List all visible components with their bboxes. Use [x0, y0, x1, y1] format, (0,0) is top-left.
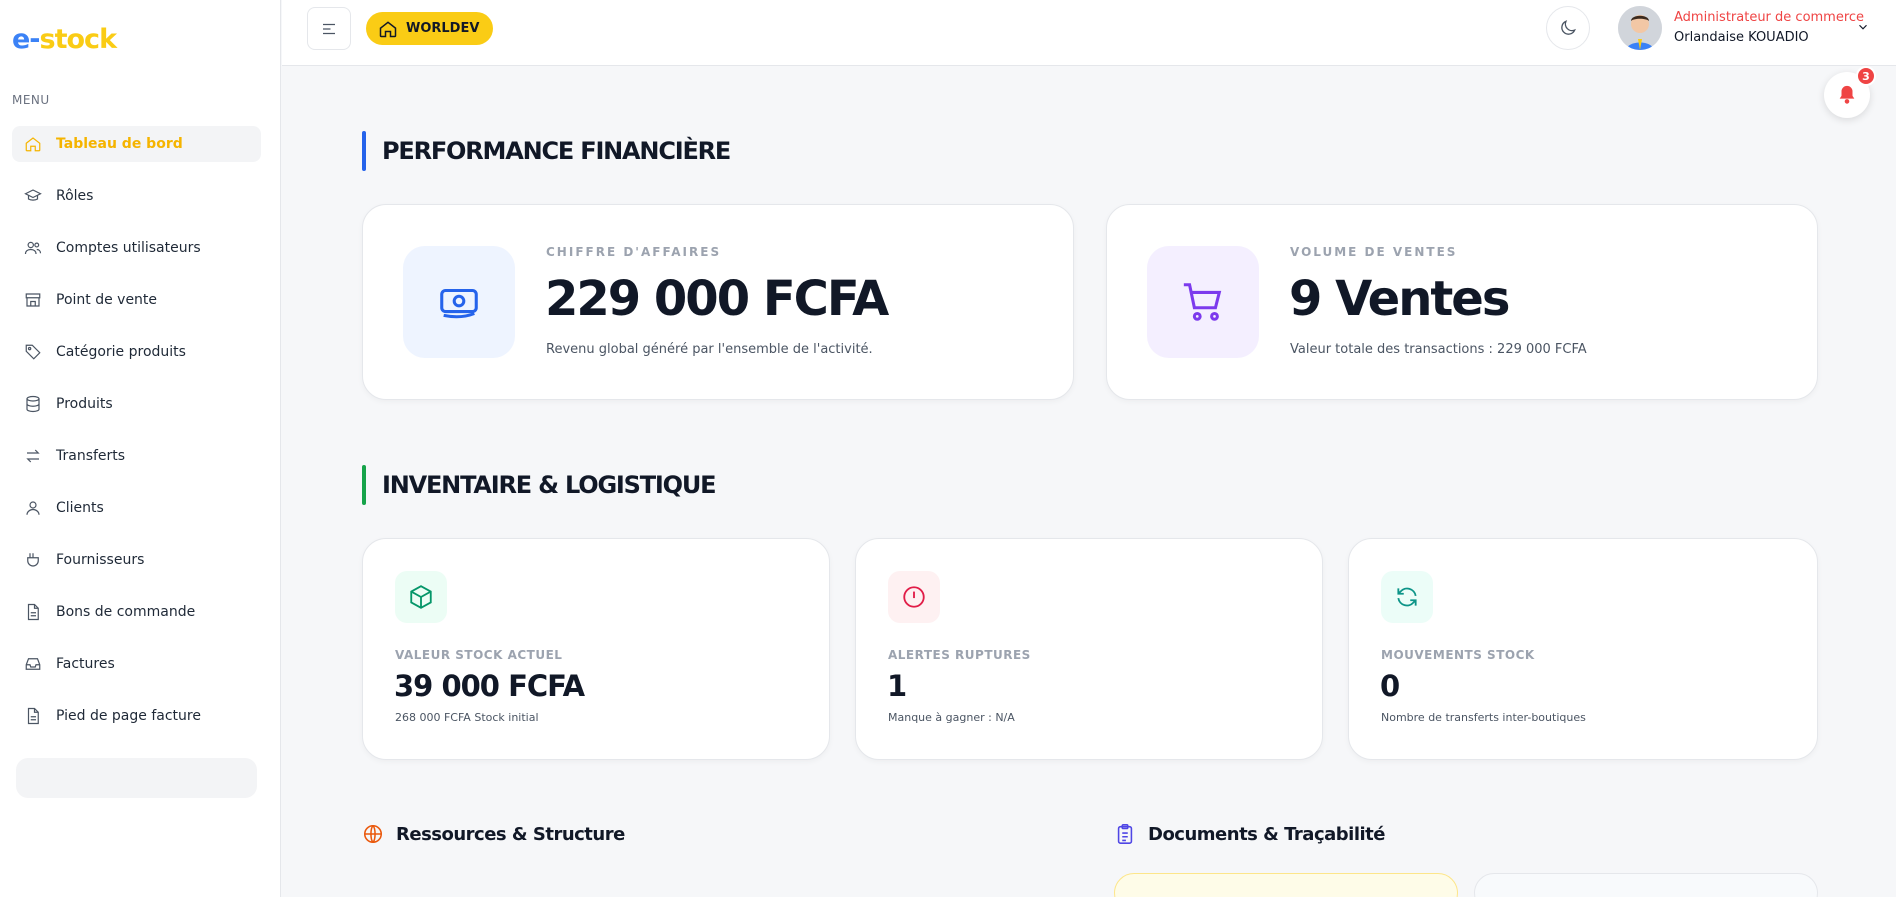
banknote-icon [403, 246, 515, 358]
sidebar-item-label: Factures [56, 656, 115, 672]
box-icon [395, 571, 447, 623]
finance-section-title: PERFORMANCE FINANCIÈRE [362, 131, 731, 171]
sidebar-item-clients[interactable]: Clients [12, 490, 261, 526]
inbox-icon [24, 655, 42, 673]
document-icon [24, 707, 42, 725]
section-accent-bar [362, 465, 366, 505]
sidebar-footer-panel [16, 758, 257, 798]
database-icon [24, 395, 42, 413]
sidebar-item-produits[interactable]: Produits [12, 386, 261, 422]
organization-name: WORLDEV [406, 21, 480, 36]
sidebar-item-label: Comptes utilisateurs [56, 240, 201, 256]
theme-toggle-button[interactable] [1546, 6, 1590, 50]
refresh-icon [1381, 571, 1433, 623]
stock-movements-label: MOUVEMENTS STOCK [1381, 648, 1535, 662]
alert-circle-icon [888, 571, 940, 623]
sidebar-item-label: Tableau de bord [56, 136, 183, 152]
stock-value-label: VALEUR STOCK ACTUEL [395, 648, 563, 662]
sidebar-item-label: Point de vente [56, 292, 158, 308]
stock-value-amount: 39 000 FCFA [394, 669, 585, 703]
users-icon [24, 239, 42, 257]
sidebar-item-roles[interactable]: Rôles [12, 178, 261, 214]
app-logo[interactable]: e-stock [12, 24, 117, 55]
user-role: Administrateur de commerce [1674, 10, 1865, 25]
documents-section-title: Documents & Traçabilité [1114, 823, 1385, 845]
sales-card: VOLUME DE VENTES 9 Ventes Valeur totale … [1106, 204, 1818, 400]
inventory-section-title: INVENTAIRE & LOGISTIQUE [362, 465, 717, 505]
revenue-card: CHIFFRE D'AFFAIRES 229 000 FCFA Revenu g… [362, 204, 1074, 400]
sidebar-nav: Tableau de bord Rôles Comptes utilisateu… [12, 126, 261, 750]
stock-alerts-label: ALERTES RUPTURES [888, 648, 1031, 662]
revenue-value: 229 000 FCFA [545, 271, 889, 327]
resources-section-title: Ressources & Structure [362, 823, 625, 845]
section-accent-bar [362, 131, 366, 171]
revenue-description: Revenu global généré par l'ensemble de l… [546, 342, 873, 357]
sales-description: Valeur totale des transactions : 229 000… [1290, 342, 1587, 357]
moon-icon [1561, 20, 1576, 35]
sales-label: VOLUME DE VENTES [1290, 245, 1458, 259]
sidebar-item-label: Catégorie produits [56, 344, 186, 360]
sidebar-item-label: Transferts [56, 448, 126, 464]
store-icon [24, 291, 42, 309]
bell-icon [1839, 85, 1855, 104]
stock-movements-description: Nombre de transferts inter-boutiques [1381, 711, 1586, 724]
document-icon [24, 603, 42, 621]
sidebar-item-label: Pied de page facture [56, 708, 201, 724]
sidebar-item-fournisseurs[interactable]: Fournisseurs [12, 542, 261, 578]
stock-movements-card: MOUVEMENTS STOCK 0 Nombre de transferts … [1348, 538, 1818, 760]
sidebar-item-bons-de-commande[interactable]: Bons de commande [12, 594, 261, 630]
organization-badge[interactable]: WORLDEV [366, 12, 494, 45]
arrows-exchange-icon [24, 447, 42, 465]
topbar: WORLDEV Administrateur de commerce Orlan… [282, 0, 1896, 66]
sidebar-item-label: Clients [56, 500, 104, 516]
documents-card-preview [1474, 873, 1818, 897]
stock-alerts-description: Manque à gagner : N/A [888, 711, 1015, 724]
revenue-label: CHIFFRE D'AFFAIRES [546, 245, 722, 259]
sidebar-item-label: Bons de commande [56, 604, 196, 620]
tag-icon [24, 343, 42, 361]
sidebar-item-factures[interactable]: Factures [12, 646, 261, 682]
sidebar-item-comptes-utilisateurs[interactable]: Comptes utilisateurs [12, 230, 261, 266]
shopping-cart-icon [1147, 246, 1259, 358]
stock-value-card: VALEUR STOCK ACTUEL 39 000 FCFA 268 000 … [362, 538, 830, 760]
clipboard-icon [1117, 824, 1133, 844]
sidebar-item-point-de-vente[interactable]: Point de vente [12, 282, 261, 318]
menu-toggle-button[interactable] [307, 7, 351, 50]
sales-value: 9 Ventes [1289, 271, 1510, 327]
graduation-cap-icon [24, 187, 42, 205]
stock-value-description: 268 000 FCFA Stock initial [395, 711, 539, 724]
user-icon [24, 499, 42, 517]
stock-alerts-count: 1 [887, 669, 907, 703]
menu-icon [323, 23, 335, 34]
chevron-down-icon[interactable] [1856, 20, 1870, 34]
home-icon [24, 135, 42, 153]
sidebar-item-label: Rôles [56, 188, 94, 204]
sidebar-item-tableau-de-bord[interactable]: Tableau de bord [12, 126, 261, 162]
stock-alerts-card: ALERTES RUPTURES 1 Manque à gagner : N/A [855, 538, 1323, 760]
user-name: Orlandaise KOUADIO [1674, 30, 1809, 45]
menu-section-label: MENU [12, 93, 50, 107]
sidebar-item-label: Produits [56, 396, 113, 412]
sidebar: e-stock MENU Tableau de bord Rôles Compt… [0, 0, 281, 897]
stock-movements-count: 0 [1380, 669, 1400, 703]
avatar[interactable] [1618, 6, 1662, 50]
home-icon [379, 20, 397, 37]
hand-box-icon [24, 551, 42, 569]
sidebar-item-categorie-produits[interactable]: Catégorie produits [12, 334, 261, 370]
globe-icon [363, 824, 383, 844]
documents-card-preview [1114, 873, 1458, 897]
sidebar-item-label: Fournisseurs [56, 552, 145, 568]
sidebar-item-pied-de-page-facture[interactable]: Pied de page facture [12, 698, 261, 734]
notification-count-badge: 3 [1856, 66, 1876, 86]
sidebar-item-transferts[interactable]: Transferts [12, 438, 261, 474]
